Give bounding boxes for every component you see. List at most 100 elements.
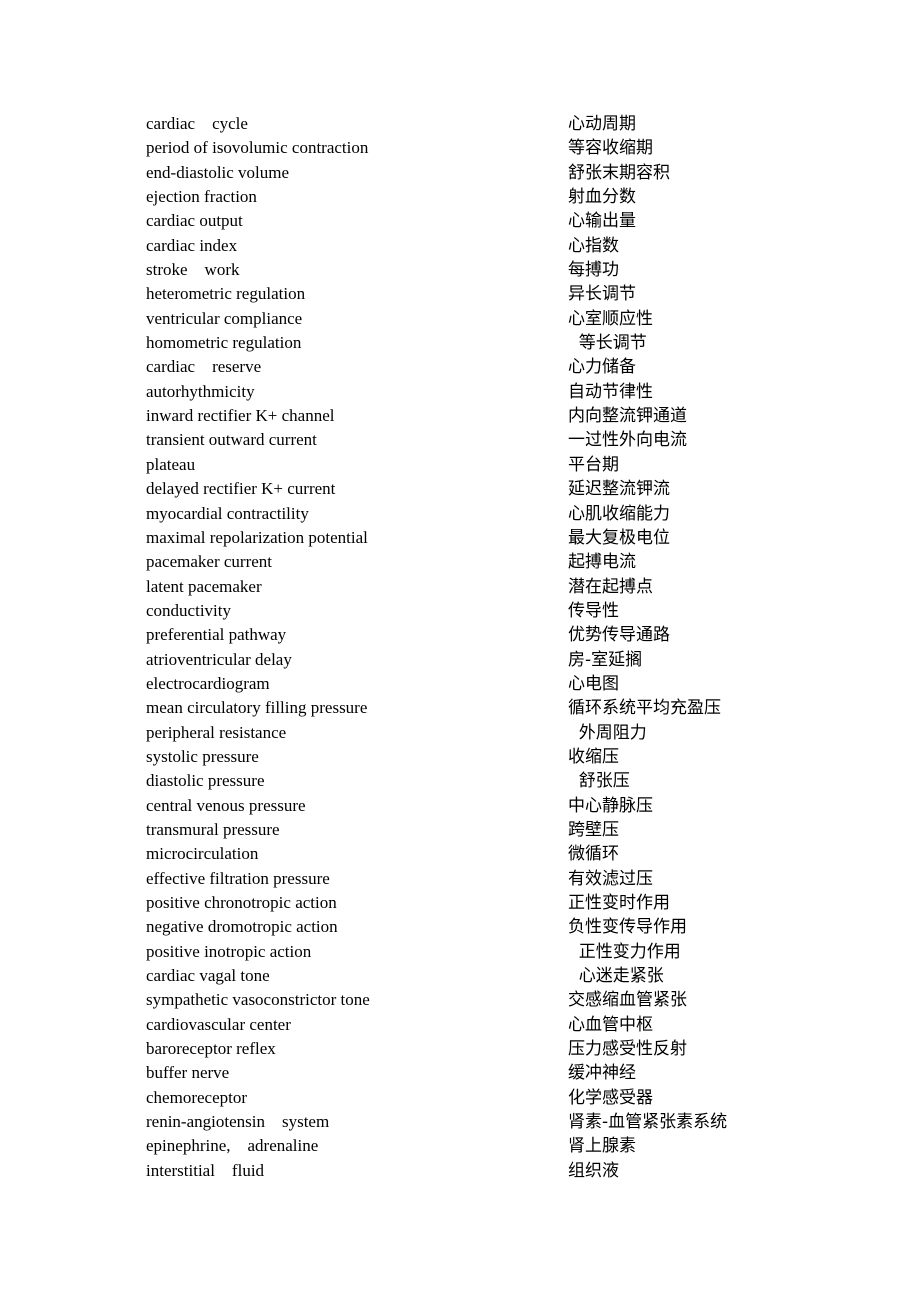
english-term: period of isovolumic contraction xyxy=(146,138,369,158)
chinese-term: 心血管中枢 xyxy=(568,1014,653,1035)
chinese-term: 最大复极电位 xyxy=(568,527,670,548)
english-term: end-diastolic volume xyxy=(146,162,290,182)
glossary-row: epinephrine, adrenaline 肾上腺素 xyxy=(146,1134,766,1158)
english-term: interstitial fluid xyxy=(146,1160,265,1180)
glossary-row: positive chronotropic action 正性变时作用 xyxy=(146,891,766,915)
english-term: atrioventricular delay xyxy=(146,649,292,669)
glossary-row: latent pacemaker 潜在起搏点 xyxy=(146,575,766,599)
chinese-term: 肾素-血管紧张素系统 xyxy=(568,1112,728,1133)
chinese-term: 外周阻力 xyxy=(568,722,647,743)
chinese-term: 组织液 xyxy=(568,1160,619,1181)
chinese-term: 微循环 xyxy=(568,844,619,865)
chinese-term: 潜在起搏点 xyxy=(568,576,653,597)
english-term: heterometric regulation xyxy=(146,284,306,304)
english-term: renin-angiotensin system xyxy=(146,1112,330,1132)
glossary-row: delayed rectifier K+ current 延迟整流钾流 xyxy=(146,477,766,501)
english-term: transmural pressure xyxy=(146,819,280,839)
chinese-term: 异长调节 xyxy=(568,284,636,305)
chinese-term: 肾上腺素 xyxy=(568,1136,636,1157)
chinese-term: 跨壁压 xyxy=(568,819,619,840)
english-term: positive chronotropic action xyxy=(146,893,337,912)
english-term: conductivity xyxy=(146,600,231,620)
chinese-term: 一过性外向电流 xyxy=(568,430,687,451)
chinese-term: 缓冲神经 xyxy=(568,1063,636,1084)
chinese-term: 起搏电流 xyxy=(568,552,636,573)
english-term: negative dromotropic action xyxy=(146,917,338,937)
english-term: effective filtration pressure xyxy=(146,868,330,888)
glossary-row: microcirculation 微循环 xyxy=(146,842,766,866)
english-term: baroreceptor reflex xyxy=(146,1039,276,1059)
english-term: cardiac vagal tone xyxy=(146,966,270,986)
glossary-row: cardiac cycle 心动周期 xyxy=(146,112,766,136)
chinese-term: 心输出量 xyxy=(568,211,636,232)
glossary-row: systolic pressure 收缩压 xyxy=(146,745,766,769)
english-term: delayed rectifier K+ current xyxy=(146,479,336,499)
glossary-row: transient outward current 一过性外向电流 xyxy=(146,428,766,452)
glossary-row: ventricular compliance 心室顺应性 xyxy=(146,307,766,331)
english-term: peripheral resistance xyxy=(146,722,287,742)
glossary-row: plateau 平台期 xyxy=(146,453,766,477)
english-term: cardiovascular center xyxy=(146,1014,291,1034)
glossary-table: cardiac cycle 心动周期 period of isovolumic co… xyxy=(146,112,766,1183)
chinese-term: 自动节律性 xyxy=(568,381,653,402)
chinese-term: 有效滤过压 xyxy=(568,868,653,889)
glossary-row: pacemaker current 起搏电流 xyxy=(146,550,766,574)
glossary-row: period of isovolumic contraction 等容收缩期 xyxy=(146,136,766,160)
glossary-row: chemoreceptor 化学感受器 xyxy=(146,1086,766,1110)
glossary-row: effective filtration pressure 有效滤过压 xyxy=(146,867,766,891)
chinese-term: 房-室延搁 xyxy=(568,649,643,670)
glossary-row: heterometric regulation 异长调节 xyxy=(146,282,766,306)
glossary-row: electrocardiogram 心电图 xyxy=(146,672,766,696)
chinese-term: 收缩压 xyxy=(568,746,619,767)
chinese-term: 延迟整流钾流 xyxy=(568,479,670,500)
glossary-row: peripheral resistance 外周阻力 xyxy=(146,721,766,745)
glossary-row: cardiac output 心输出量 xyxy=(146,209,766,233)
glossary-row: sympathetic vasoconstrictor tone 交感缩血管紧张 xyxy=(146,988,766,1012)
chinese-term: 压力感受性反射 xyxy=(568,1039,687,1060)
english-term: myocardial contractility xyxy=(146,503,309,523)
chinese-term: 心动周期 xyxy=(568,114,636,134)
glossary-row: negative dromotropic action 负性变传导作用 xyxy=(146,915,766,939)
glossary-row: buffer nerve 缓冲神经 xyxy=(146,1061,766,1085)
english-term: stroke work xyxy=(146,260,240,280)
english-term: cardiac reserve xyxy=(146,357,262,377)
chinese-term: 心力储备 xyxy=(568,357,636,378)
english-term: systolic pressure xyxy=(146,746,259,766)
chinese-term: 中心静脉压 xyxy=(568,795,653,816)
chinese-term: 循环系统平均充盈压 xyxy=(568,698,721,719)
chinese-term: 舒张末期容积 xyxy=(568,162,670,183)
chinese-term: 心室顺应性 xyxy=(568,308,653,329)
glossary-row: cardiac vagal tone 心迷走紧张 xyxy=(146,964,766,988)
glossary-row: mean circulatory filling pressure 循环系统平均充… xyxy=(146,696,766,720)
glossary-row: cardiac reserve 心力储备 xyxy=(146,355,766,379)
english-term: cardiac cycle xyxy=(146,114,248,133)
english-term: mean circulatory filling pressure xyxy=(146,698,368,718)
glossary-row: ejection fraction 射血分数 xyxy=(146,185,766,209)
chinese-term: 平台期 xyxy=(568,454,619,475)
chinese-term: 心迷走紧张 xyxy=(568,966,664,987)
glossary-row: homometric regulation 等长调节 xyxy=(146,331,766,355)
glossary-row: myocardial contractility 心肌收缩能力 xyxy=(146,502,766,526)
chinese-term: 内向整流钾通道 xyxy=(568,406,687,427)
glossary-row: central venous pressure 中心静脉压 xyxy=(146,794,766,818)
english-term: microcirculation xyxy=(146,844,259,864)
english-term: transient outward current xyxy=(146,430,317,450)
english-term: homometric regulation xyxy=(146,333,302,353)
english-term: cardiac output xyxy=(146,211,243,231)
glossary-row: autorhythmicity 自动节律性 xyxy=(146,380,766,404)
chinese-term: 射血分数 xyxy=(568,187,636,208)
chinese-term: 心电图 xyxy=(568,673,619,694)
english-term: ventricular compliance xyxy=(146,308,303,328)
glossary-row: renin-angiotensin system 肾素-血管紧张素系统 xyxy=(146,1110,766,1134)
english-term: sympathetic vasoconstrictor tone xyxy=(146,990,370,1010)
english-term: positive inotropic action xyxy=(146,941,312,961)
english-term: pacemaker current xyxy=(146,552,272,572)
english-term: chemoreceptor xyxy=(146,1087,247,1107)
english-term: ejection fraction xyxy=(146,187,257,207)
chinese-term: 正性变时作用 xyxy=(568,893,670,913)
english-term: plateau xyxy=(146,454,196,474)
english-term: buffer nerve xyxy=(146,1063,230,1083)
chinese-term: 等容收缩期 xyxy=(568,138,653,159)
english-term: latent pacemaker xyxy=(146,576,262,596)
english-term: preferential pathway xyxy=(146,625,287,645)
